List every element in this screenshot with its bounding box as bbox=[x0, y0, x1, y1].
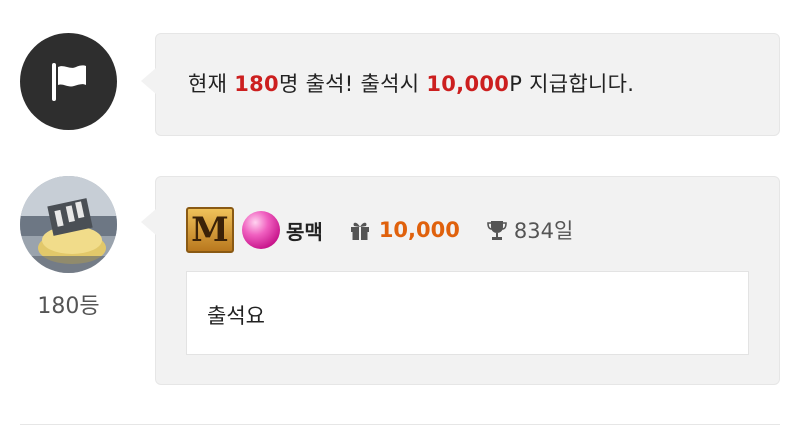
notice-suffix: P 지급합니다. bbox=[509, 72, 635, 96]
comment-bubble: M 몽맥 10,000 834일 출석요 bbox=[141, 176, 780, 385]
attendance-count: 180 bbox=[234, 72, 279, 96]
gift-icon bbox=[350, 222, 369, 240]
flag-icon bbox=[51, 62, 86, 101]
level-badge-icon: M bbox=[186, 207, 234, 253]
attendance-days: 834일 bbox=[513, 219, 574, 243]
nickname[interactable]: 몽맥 bbox=[286, 216, 323, 245]
comment-meta: M 몽맥 10,000 834일 bbox=[186, 207, 573, 253]
rank-label: 180등 bbox=[37, 294, 100, 319]
orb-badge-icon bbox=[242, 211, 280, 249]
notice-middle: 명 출석! 출석시 bbox=[278, 72, 427, 96]
notice-message: 현재 180명 출석! 출석시 10,000P 지급합니다. bbox=[188, 68, 634, 98]
trophy-icon bbox=[487, 221, 507, 240]
comment-text: 출석요 bbox=[207, 304, 265, 328]
notice-bubble: 현재 180명 출석! 출석시 10,000P 지급합니다. bbox=[141, 33, 780, 136]
comment-box: 출석요 bbox=[186, 271, 749, 355]
notice-avatar bbox=[20, 33, 117, 130]
user-points: 10,000 bbox=[378, 218, 460, 242]
divider bbox=[20, 424, 780, 425]
notice-prefix: 현재 bbox=[188, 72, 235, 96]
avatar-photo bbox=[20, 176, 117, 273]
reward-points: 10,000 bbox=[426, 72, 510, 96]
user-avatar[interactable] bbox=[20, 176, 117, 273]
